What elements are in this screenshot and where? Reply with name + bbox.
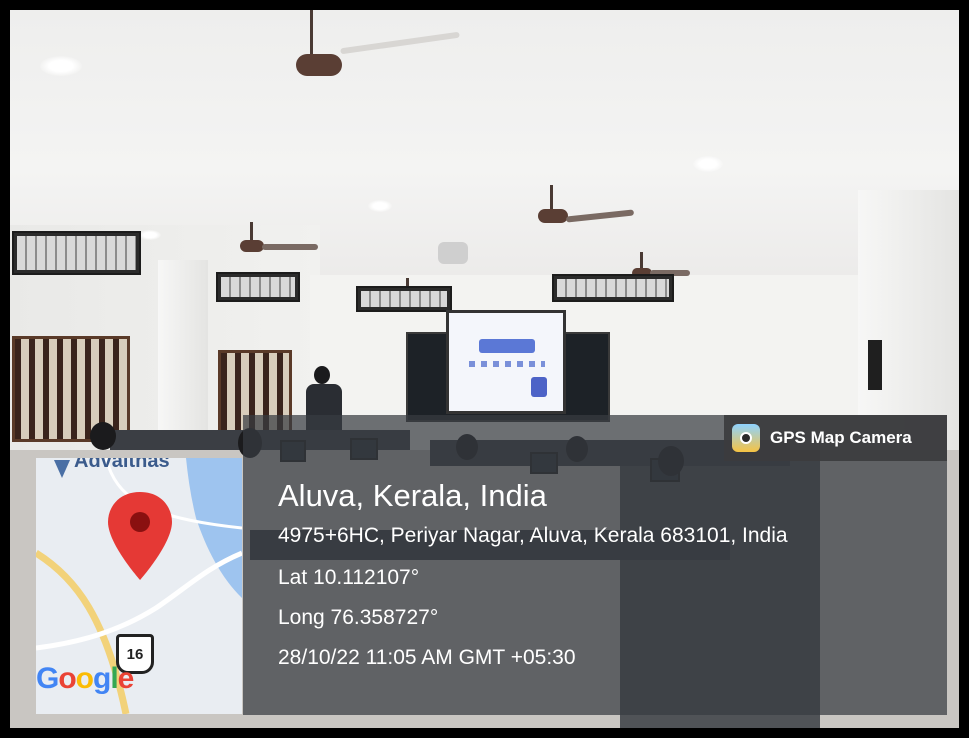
ventilator: [12, 231, 141, 275]
photo-frame: GPS Map Camera Aluva, Kerala, India 4975…: [0, 0, 969, 738]
ceiling-light: [139, 230, 161, 240]
route-number: 16: [126, 645, 144, 663]
wall-speaker: [868, 340, 882, 390]
google-logo: Google: [36, 662, 134, 695]
ceiling-light: [368, 200, 392, 212]
teacher-head: [314, 366, 330, 384]
map-thumbnail: Advaithas 16 Google: [36, 458, 242, 714]
student-head: [90, 422, 116, 450]
gps-map-camera-icon: [732, 424, 760, 452]
location-pin-icon: [108, 492, 172, 580]
location-title: Aluva, Kerala, India: [278, 478, 547, 513]
ventilator: [552, 274, 674, 302]
pin-center: [130, 512, 150, 532]
map-place-label: Advaithas: [74, 458, 170, 472]
projector-screen: [446, 310, 566, 414]
left-pillar: [158, 260, 208, 450]
latitude: Lat 10.112107°: [278, 566, 420, 589]
location-address: 4975+6HC, Periyar Nagar, Aluva, Kerala 6…: [278, 524, 788, 547]
place-marker-icon: [54, 460, 70, 478]
datetime: 28/10/22 11:05 AM GMT +05:30: [278, 646, 576, 669]
app-name: GPS Map Camera: [770, 428, 912, 447]
longitude: Long 76.358727°: [278, 606, 439, 629]
projector: [438, 242, 468, 264]
ceiling-light: [693, 156, 723, 172]
ventilator: [216, 272, 300, 302]
ceiling-light: [40, 56, 82, 76]
gps-map-camera-badge: GPS Map Camera: [724, 415, 947, 461]
ventilator: [356, 286, 452, 312]
